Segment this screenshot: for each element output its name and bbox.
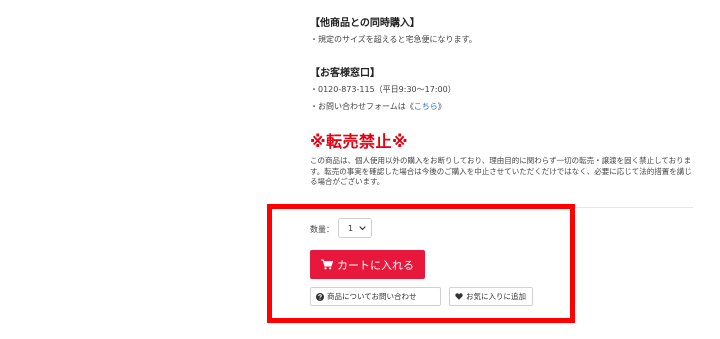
divider: [310, 207, 693, 208]
contact-title: 【お客様窓口】: [310, 68, 380, 79]
add-to-cart-button[interactable]: カートに入れる: [310, 250, 425, 279]
resale-prohibited-text: この商品は、個人使用以外の購入をお断りしており、理由目的に関わらず一切の転売・譲…: [310, 156, 692, 186]
add-to-cart-label: カートに入れる: [337, 258, 414, 272]
combined-purchase-text: ・規定のサイズを超えると宅急便になります。: [310, 35, 477, 44]
contact-form-bracket-open: 《: [405, 102, 414, 111]
quantity-value: 1: [348, 223, 354, 233]
combined-purchase-title: 【他商品との同時購入】: [310, 18, 420, 29]
product-inquiry-label: 商品についてお問い合わせ: [327, 292, 417, 301]
cart-icon: [321, 259, 333, 270]
product-detail-page: 【他商品との同時購入】 ・規定のサイズを超えると宅急便になります。 【お客様窓口…: [0, 0, 720, 339]
contact-phone: ・0120-873-115（平日9:30〜17:00）: [310, 85, 456, 94]
quantity-label: 数量：: [310, 225, 334, 234]
quantity-select[interactable]: 1: [338, 218, 372, 238]
chevron-down-icon: [359, 226, 366, 231]
heart-icon: [455, 293, 463, 300]
contact-form-prefix: ・お問い合わせフォームは: [310, 102, 406, 111]
contact-form-bracket-close: 》: [437, 102, 446, 111]
product-inquiry-button[interactable]: 商品についてお問い合わせ: [310, 287, 441, 306]
contact-form-line: ・お問い合わせフォームは《こちら》: [310, 101, 446, 112]
question-circle-icon: [316, 292, 324, 301]
add-favorite-label: お気に入りに追加: [466, 292, 526, 301]
contact-form-link[interactable]: こちら: [414, 102, 438, 111]
resale-prohibited-title: ※転売禁止※: [310, 132, 409, 151]
add-favorite-button[interactable]: お気に入りに追加: [449, 287, 533, 306]
